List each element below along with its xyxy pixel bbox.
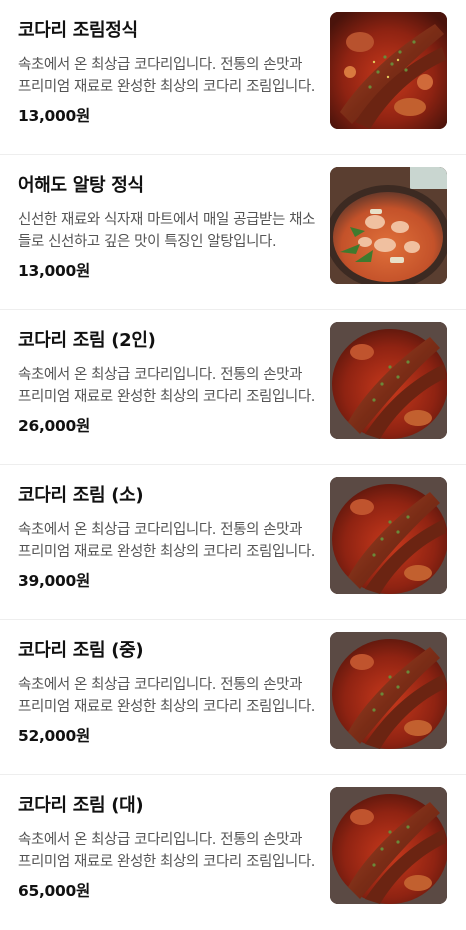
food-image — [330, 477, 447, 594]
menu-item-description: 속초에서 온 최상급 코다리입니다. 전통의 손맛과 프리미엄 재료로 완성한 … — [18, 522, 315, 560]
menu-item-text: 코다리 조림 (소) 속초에서 온 최상급 코다리입니다. 전통의 손맛과 프리… — [18, 483, 318, 592]
menu-item-description: 속초에서 온 최상급 코다리입니다. 전통의 손맛과 프리미엄 재료로 완성한 … — [18, 832, 315, 870]
braised-pollock-photo[interactable] — [330, 477, 447, 594]
fish-roe-stew-photo[interactable] — [330, 167, 447, 284]
food-image — [330, 632, 447, 749]
menu-item-name: 어해도 알탕 정식 — [18, 175, 144, 196]
menu-item[interactable]: 코다리 조림 (2인) 속초에서 온 최상급 코다리입니다. 전통의 손맛과 프… — [0, 310, 466, 465]
menu-item-description: 속초에서 온 최상급 코다리입니다. 전통의 손맛과 프리미엄 재료로 완성한 … — [18, 367, 315, 405]
braised-pollock-photo[interactable] — [330, 12, 447, 129]
menu-item-text: 코다리 조림 (중) 속초에서 온 최상급 코다리입니다. 전통의 손맛과 프리… — [18, 638, 318, 747]
menu-item[interactable]: 코다리 조림 (소) 속초에서 온 최상급 코다리입니다. 전통의 손맛과 프리… — [0, 465, 466, 620]
menu-item-name: 코다리 조림정식 — [18, 20, 138, 41]
menu-item-text: 코다리 조림 (2인) 속초에서 온 최상급 코다리입니다. 전통의 손맛과 프… — [18, 328, 318, 437]
food-image — [330, 167, 447, 284]
menu-item-text: 코다리 조림 (대) 속초에서 온 최상급 코다리입니다. 전통의 손맛과 프리… — [18, 793, 318, 902]
menu-item-description: 신선한 재료와 식자재 마트에서 매일 공급받는 채소들로 신선하고 깊은 맛이… — [18, 212, 315, 250]
braised-pollock-photo[interactable] — [330, 322, 447, 439]
menu-item-description: 속초에서 온 최상급 코다리입니다. 전통의 손맛과 프리미엄 재료로 완성한 … — [18, 57, 315, 95]
food-image — [330, 322, 447, 439]
menu-item-name: 코다리 조림 (소) — [18, 485, 144, 506]
menu-item-price: 39,000원 — [18, 572, 90, 590]
menu-item[interactable]: 어해도 알탕 정식 신선한 재료와 식자재 마트에서 매일 공급받는 채소들로 … — [0, 155, 466, 310]
braised-pollock-photo[interactable] — [330, 632, 447, 749]
menu-item-name: 코다리 조림 (중) — [18, 640, 144, 661]
menu-item-price: 52,000원 — [18, 727, 90, 745]
menu-item-name: 코다리 조림 (2인) — [18, 330, 156, 351]
menu-item[interactable]: 코다리 조림정식 속초에서 온 최상급 코다리입니다. 전통의 손맛과 프리미엄… — [0, 0, 466, 155]
menu-item-text: 코다리 조림정식 속초에서 온 최상급 코다리입니다. 전통의 손맛과 프리미엄… — [18, 18, 318, 127]
braised-pollock-photo[interactable] — [330, 787, 447, 904]
menu-item-price: 13,000원 — [18, 107, 90, 125]
menu-list: 코다리 조림정식 속초에서 온 최상급 코다리입니다. 전통의 손맛과 프리미엄… — [0, 0, 466, 930]
menu-item-description: 속초에서 온 최상급 코다리입니다. 전통의 손맛과 프리미엄 재료로 완성한 … — [18, 677, 315, 715]
food-image — [330, 787, 447, 904]
menu-item-text: 어해도 알탕 정식 신선한 재료와 식자재 마트에서 매일 공급받는 채소들로 … — [18, 173, 318, 282]
menu-item[interactable]: 코다리 조림 (대) 속초에서 온 최상급 코다리입니다. 전통의 손맛과 프리… — [0, 775, 466, 930]
menu-item-price: 65,000원 — [18, 882, 90, 900]
menu-item-price: 13,000원 — [18, 262, 90, 280]
menu-item-price: 26,000원 — [18, 417, 90, 435]
menu-item-name: 코다리 조림 (대) — [18, 795, 144, 816]
menu-item[interactable]: 코다리 조림 (중) 속초에서 온 최상급 코다리입니다. 전통의 손맛과 프리… — [0, 620, 466, 775]
food-image — [330, 12, 447, 129]
